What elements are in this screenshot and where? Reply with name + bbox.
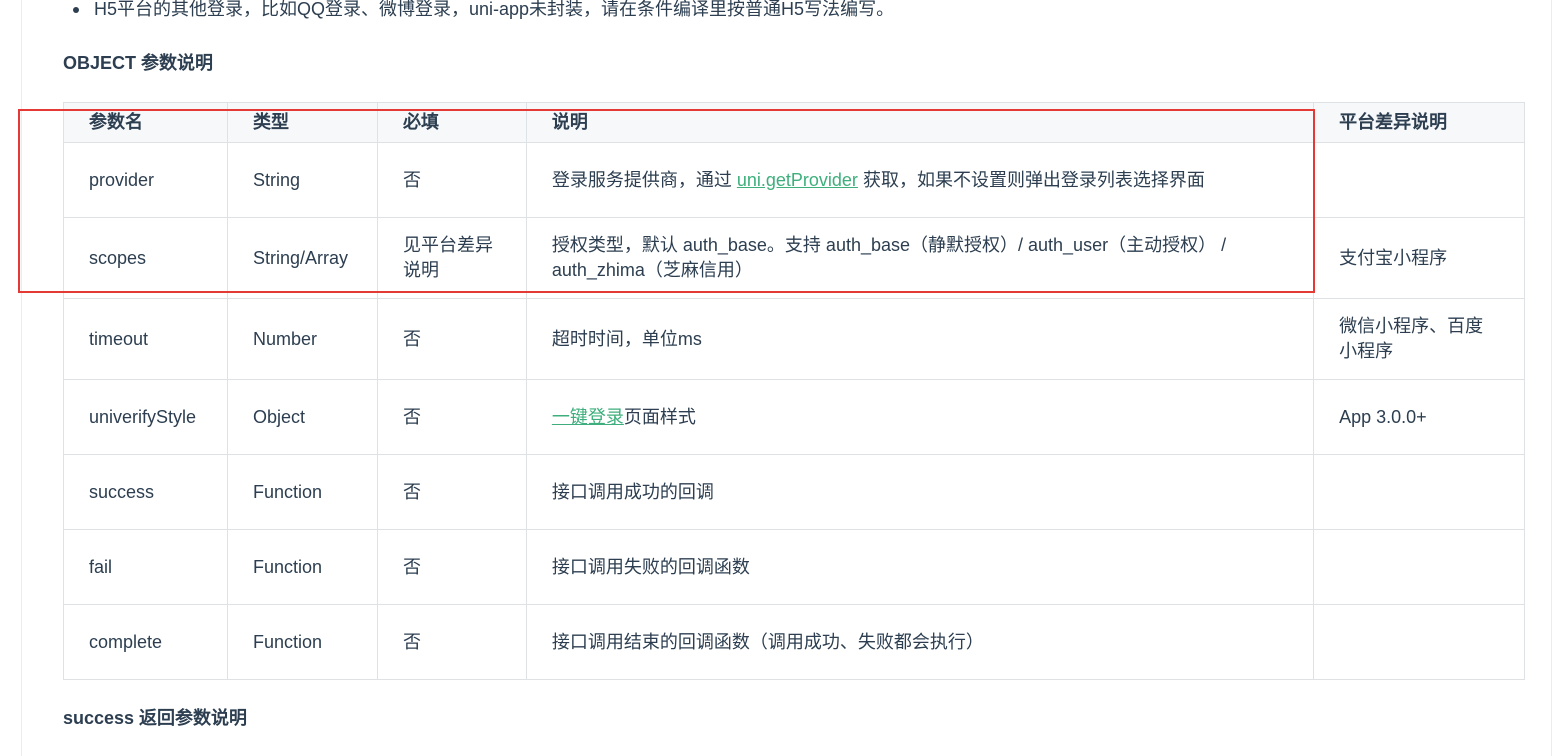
param-name: fail: [63, 529, 228, 605]
table-row: complete Function 否 接口调用结束的回调函数（调用成功、失败都…: [63, 604, 1525, 680]
object-section-title: OBJECT 参数说明: [63, 53, 214, 73]
param-required: 否: [376, 529, 527, 605]
param-name: success: [63, 454, 228, 530]
param-description: 接口调用结束的回调函数（调用成功、失败都会执行）: [525, 604, 1315, 680]
param-type: Object: [226, 379, 378, 455]
param-platform: App 3.0.0+: [1313, 379, 1525, 455]
param-type: String: [226, 142, 378, 218]
param-description: 授权类型，默认 auth_base。支持 auth_base（静默授权）/ au…: [525, 217, 1315, 299]
param-description: 接口调用成功的回调: [525, 454, 1315, 530]
param-name: scopes: [63, 217, 228, 299]
desc-text: 登录服务提供商，通过: [551, 169, 737, 190]
bullet-dot-icon: [73, 7, 79, 13]
param-type: Function: [226, 529, 378, 605]
table-row: scopes String/Array 见平台差异说明 授权类型，默认 auth…: [63, 217, 1525, 299]
table-row: fail Function 否 接口调用失败的回调函数: [63, 529, 1525, 605]
param-name: univerifyStyle: [63, 379, 228, 455]
table-header-row: 参数名 类型 必填 说明 平台差异说明: [63, 102, 1525, 143]
param-platform: [1313, 454, 1525, 530]
header-param-name: 参数名: [63, 102, 228, 143]
param-platform: 支付宝小程序: [1313, 217, 1525, 299]
param-description: 登录服务提供商，通过 uni.getProvider 获取，如果不设置则弹出登录…: [525, 142, 1315, 218]
param-platform: 微信小程序、百度小程序: [1313, 298, 1525, 380]
param-required: 否: [376, 379, 527, 455]
param-description: 超时时间，单位ms: [525, 298, 1315, 380]
doc-page: H5平台的其他登录，比如QQ登录、微博登录，uni-app未封装，请在条件编译里…: [0, 0, 1555, 756]
param-type: String/Array: [226, 217, 378, 299]
param-required: 否: [376, 142, 527, 218]
table-row: success Function 否 接口调用成功的回调: [63, 454, 1525, 530]
param-type: Function: [226, 454, 378, 530]
param-required: 否: [376, 604, 527, 680]
param-type: Function: [226, 604, 378, 680]
param-name: complete: [63, 604, 228, 680]
param-required: 否: [376, 454, 527, 530]
header-type: 类型: [226, 102, 378, 143]
header-description: 说明: [525, 102, 1315, 143]
param-description: 一键登录页面样式: [525, 379, 1315, 455]
param-name: timeout: [63, 298, 228, 380]
desc-text: 获取，如果不设置则弹出登录列表选择界面: [857, 169, 1205, 190]
get-provider-link[interactable]: uni.getProvider: [737, 170, 858, 190]
intro-bullet-text: H5平台的其他登录，比如QQ登录、微博登录，uni-app未封装，请在条件编译里…: [94, 0, 895, 19]
param-required: 见平台差异说明: [376, 217, 527, 299]
desc-text: 页面样式: [623, 406, 696, 427]
header-platform: 平台差异说明: [1313, 102, 1525, 143]
scrollbar-track[interactable]: [1551, 0, 1552, 756]
table-row: timeout Number 否 超时时间，单位ms 微信小程序、百度小程序: [63, 298, 1525, 380]
table-row: univerifyStyle Object 否 一键登录页面样式 App 3.0…: [63, 379, 1525, 455]
object-params-table: 参数名 类型 必填 说明 平台差异说明 provider String 否 登录…: [63, 102, 1525, 680]
param-required: 否: [376, 298, 527, 380]
header-required: 必填: [376, 102, 527, 143]
param-type: Number: [226, 298, 378, 380]
param-description: 接口调用失败的回调函数: [525, 529, 1315, 605]
sidebar-divider: [21, 0, 22, 756]
table-row: provider String 否 登录服务提供商，通过 uni.getProv…: [63, 142, 1525, 218]
univerify-link[interactable]: 一键登录: [552, 407, 624, 427]
param-platform: [1313, 604, 1525, 680]
param-platform: [1313, 529, 1525, 605]
param-name: provider: [63, 142, 228, 218]
success-section-title: success 返回参数说明: [63, 708, 248, 728]
param-platform: [1313, 142, 1525, 218]
